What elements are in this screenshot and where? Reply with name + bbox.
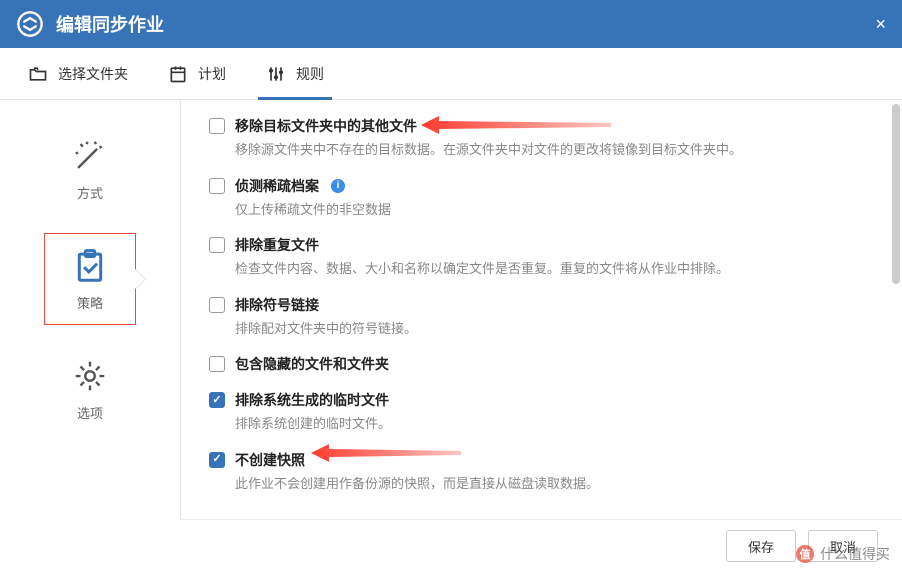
tab-label: 选择文件夹	[58, 64, 128, 84]
checkbox-symlink[interactable]	[209, 297, 225, 313]
tab-schedule[interactable]: 计划	[164, 48, 230, 100]
sidebar-label: 方式	[77, 183, 103, 202]
checkbox-sparse[interactable]	[209, 178, 225, 194]
option-label: 侦测稀疏档案	[235, 176, 319, 196]
save-button[interactable]: 保存	[726, 530, 796, 562]
option-label: 排除系统生成的临时文件	[235, 390, 389, 410]
option-hidden: 包含隐藏的文件和文件夹	[209, 354, 862, 374]
option-symlink: 排除符号链接 排除配对文件夹中的符号链接。	[209, 295, 862, 339]
option-nosnapshot: 不创建快照 此作业不会创建用作备份源的快照，而是直接从磁盘读取数据。	[209, 450, 862, 494]
tab-label: 计划	[198, 64, 226, 84]
sidebar-item-mode[interactable]: 方式	[45, 124, 135, 214]
scrollbar-thumb[interactable]	[892, 104, 900, 284]
sidebar-item-strategy[interactable]: 策略	[45, 234, 135, 324]
checkbox-dedup[interactable]	[209, 237, 225, 253]
close-button[interactable]: ×	[875, 14, 886, 35]
checkbox-remove-other[interactable]	[209, 118, 225, 134]
checkbox-hidden[interactable]	[209, 356, 225, 372]
option-desc: 排除配对文件夹中的符号链接。	[235, 319, 862, 339]
sidebar: 方式 策略 选项	[0, 100, 180, 572]
folder-icon	[28, 64, 48, 84]
option-desc: 检查文件内容、数据、大小和名称以确定文件是否重复。重复的文件将从作业中排除。	[235, 259, 862, 279]
footer: 保存 取消	[180, 519, 902, 572]
gear-icon	[71, 357, 109, 395]
sliders-icon	[266, 64, 286, 84]
sync-icon	[16, 10, 44, 38]
option-label: 包含隐藏的文件和文件夹	[235, 354, 389, 374]
option-label: 移除目标文件夹中的其他文件	[235, 116, 417, 136]
calendar-icon	[168, 64, 188, 84]
titlebar: 编辑同步作业 ×	[0, 0, 902, 48]
tab-select-folder[interactable]: 选择文件夹	[24, 48, 132, 100]
option-label: 排除符号链接	[235, 295, 319, 315]
option-label: 不创建快照	[235, 450, 305, 470]
cancel-button[interactable]: 取消	[808, 530, 878, 562]
option-remove-other: 移除目标文件夹中的其他文件 移除源文件夹中不存在的目标数据。在源文件夹中对文件的…	[209, 116, 862, 160]
option-desc: 移除源文件夹中不存在的目标数据。在源文件夹中对文件的更改将镜像到目标文件夹中。	[235, 140, 862, 160]
clipboard-check-icon	[71, 247, 109, 285]
checkbox-nosnapshot[interactable]	[209, 452, 225, 468]
option-tempfiles: 排除系统生成的临时文件 排除系统创建的临时文件。	[209, 390, 862, 434]
sidebar-label: 选项	[77, 403, 103, 422]
checkbox-tempfiles[interactable]	[209, 392, 225, 408]
info-icon[interactable]: i	[331, 179, 345, 193]
option-desc: 此作业不会创建用作备份源的快照，而是直接从磁盘读取数据。	[235, 474, 862, 494]
tab-rules[interactable]: 规则	[262, 48, 328, 100]
option-dedup: 排除重复文件 检查文件内容、数据、大小和名称以确定文件是否重复。重复的文件将从作…	[209, 235, 862, 279]
option-label: 排除重复文件	[235, 235, 319, 255]
option-desc: 仅上传稀疏文件的非空数据	[235, 200, 862, 220]
tabbar: 选择文件夹 计划 规则	[0, 48, 902, 100]
option-sparse: 侦测稀疏档案 i 仅上传稀疏文件的非空数据	[209, 176, 862, 220]
content-panel: 移除目标文件夹中的其他文件 移除源文件夹中不存在的目标数据。在源文件夹中对文件的…	[180, 100, 902, 572]
wand-icon	[71, 137, 109, 175]
window-title: 编辑同步作业	[56, 11, 164, 37]
tab-label: 规则	[296, 64, 324, 84]
option-desc: 排除系统创建的临时文件。	[235, 414, 862, 434]
sidebar-item-options[interactable]: 选项	[45, 344, 135, 434]
sidebar-label: 策略	[77, 293, 103, 312]
